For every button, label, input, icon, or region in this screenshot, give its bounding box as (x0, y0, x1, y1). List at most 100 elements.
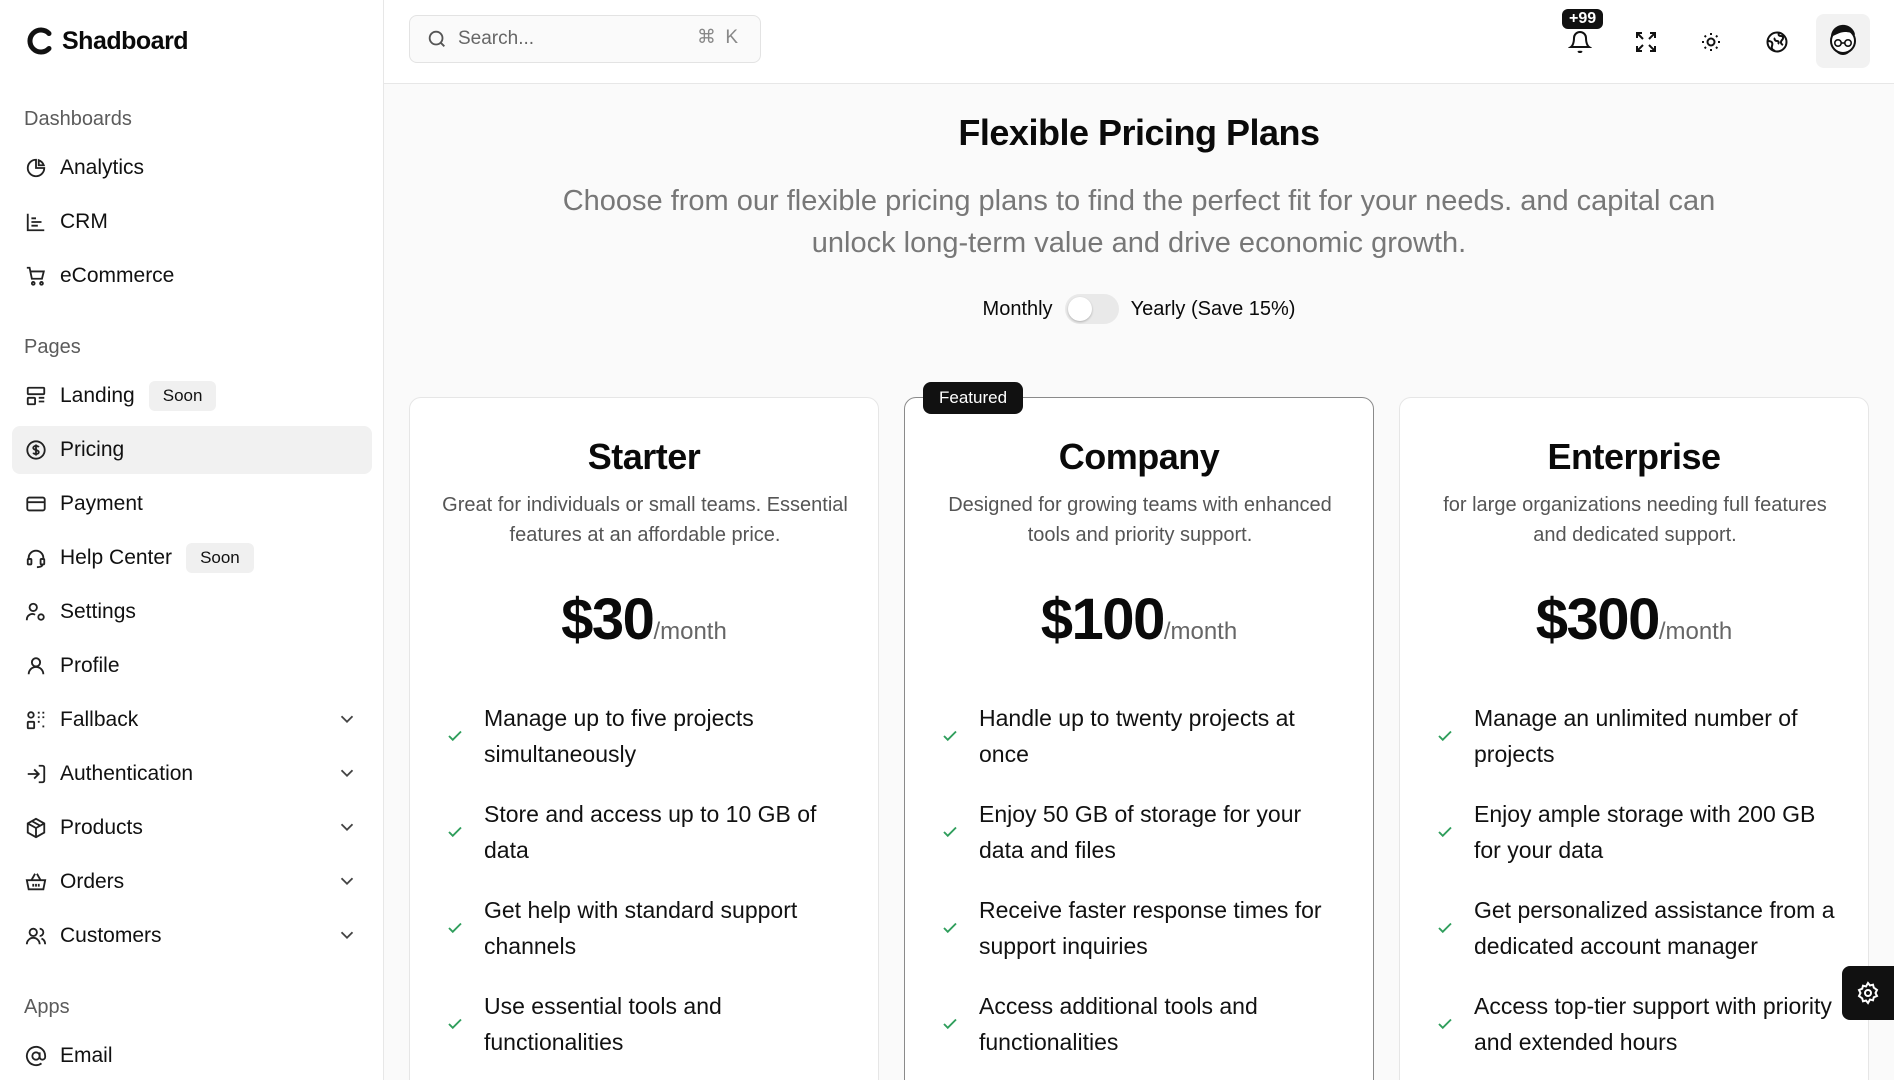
sidebar-item-label: Email (60, 1044, 113, 1067)
check-icon (941, 1015, 963, 1033)
sidebar-item-label: eCommerce (60, 264, 175, 287)
fullscreen-button[interactable] (1624, 20, 1668, 64)
sidebar-item-label: Customers (60, 924, 162, 947)
sidebar-item-products[interactable]: Products (12, 804, 372, 852)
maximize-icon (1634, 30, 1658, 54)
user-icon (24, 654, 48, 678)
search-icon (426, 28, 448, 50)
plan-card-starter: Starter Great for individuals or small t… (409, 397, 879, 1080)
feature-text: Handle up to twenty projects at once (979, 705, 1295, 767)
check-icon (1436, 727, 1458, 745)
sidebar-item-payment[interactable]: Payment (12, 480, 372, 528)
feature-text: Manage an unlimited number of projects (1474, 705, 1798, 767)
feature-list: Handle up to twenty projects at once Enj… (941, 688, 1351, 1072)
plan-period: /month (653, 618, 727, 645)
chevron-down-icon[interactable] (336, 708, 358, 730)
check-icon (941, 919, 963, 937)
sidebar-item-label: Help Center (60, 546, 173, 569)
feature-text: Store and access up to 10 GB of data (484, 801, 817, 863)
feature-item: Receive faster response times for suppor… (941, 880, 1351, 976)
users-icon (24, 924, 48, 948)
sidebar-item-email[interactable]: Email (12, 1032, 372, 1080)
sidebar-item-crm[interactable]: CRM (12, 198, 372, 246)
credit-card-icon (24, 492, 48, 516)
sidebar-item-label: Products (60, 816, 143, 839)
plan-price-row: $30/month (410, 586, 878, 653)
shopping-cart-icon (24, 264, 48, 288)
dollar-circle-icon (24, 438, 48, 462)
log-in-icon (24, 762, 48, 786)
check-icon (1436, 823, 1458, 841)
plan-price: $30 (561, 587, 655, 652)
page-title: Flexible Pricing Plans (958, 112, 1320, 153)
soon-badge: Soon (186, 543, 254, 573)
gear-icon (1856, 981, 1880, 1005)
language-button[interactable] (1755, 20, 1799, 64)
user-avatar[interactable] (1816, 14, 1870, 68)
sidebar-item-fallback[interactable]: Fallback (12, 696, 372, 744)
user-cog-icon (24, 600, 48, 624)
feature-item: Use essential tools and functionalities (446, 976, 856, 1072)
plan-name: Company (1058, 436, 1220, 477)
feature-text: Get personalized assistance from a dedic… (1474, 897, 1835, 959)
section-label-dashboards: Dashboards (24, 108, 132, 130)
check-icon (446, 823, 468, 841)
section-label-apps: Apps (24, 996, 70, 1018)
customizer-button[interactable] (1842, 966, 1894, 1020)
sidebar-item-label: CRM (60, 210, 108, 233)
at-sign-icon (24, 1044, 48, 1068)
feature-item: Get personalized assistance from a dedic… (1436, 880, 1846, 976)
app-name: Shadboard (62, 26, 189, 55)
feature-text: Manage up to five projects simultaneousl… (484, 705, 754, 767)
plan-price: $300 (1535, 587, 1661, 652)
chevron-down-icon[interactable] (336, 870, 358, 892)
sidebar-item-label: Settings (60, 600, 136, 623)
avatar-icon (1830, 24, 1856, 55)
sidebar-item-label: Landing (60, 384, 135, 407)
search-box[interactable]: ⌘ K (409, 15, 761, 63)
plan-card-enterprise: Enterprise for large organizations needi… (1399, 397, 1869, 1080)
check-icon (941, 823, 963, 841)
sun-icon (1699, 30, 1723, 54)
plan-description: Designed for growing teams with enhanced… (948, 494, 1332, 546)
layout-icon (24, 384, 48, 408)
plan-price-row: $100/month (905, 586, 1373, 653)
plan-price: $100 (1040, 587, 1166, 652)
sidebar-item-authentication[interactable]: Authentication (12, 750, 372, 798)
sidebar-item-help-center[interactable]: Help Center Soon (12, 534, 372, 582)
feature-text: Receive faster response times for suppor… (979, 897, 1322, 959)
sidebar-item-customers[interactable]: Customers (12, 912, 372, 960)
sidebar-item-pricing[interactable]: Pricing (12, 426, 372, 474)
feature-text: Access top-tier support with priority an… (1474, 993, 1832, 1055)
feature-text: Enjoy ample storage with 200 GB for your… (1474, 801, 1816, 863)
logo[interactable]: Shadboard (26, 26, 189, 56)
chevron-down-icon[interactable] (336, 924, 358, 946)
sidebar-item-orders[interactable]: Orders (12, 858, 372, 906)
sidebar-item-landing[interactable]: Landing Soon (12, 372, 372, 420)
feature-text: Access additional tools and functionalit… (979, 993, 1258, 1055)
sidebar-item-label: Orders (60, 870, 125, 893)
billing-period-switch: Monthly Yearly (Save 15%) (384, 294, 1894, 324)
sidebar-item-ecommerce[interactable]: eCommerce (12, 252, 372, 300)
search-input[interactable] (458, 28, 698, 50)
fallback-icon (24, 708, 48, 732)
section-label-pages: Pages (24, 336, 81, 358)
sidebar-item-analytics[interactable]: Analytics (12, 144, 372, 192)
featured-badge: Featured (923, 382, 1024, 414)
theme-toggle-button[interactable] (1689, 20, 1733, 64)
plan-name: Starter (587, 436, 701, 477)
feature-item: Manage up to five projects simultaneousl… (446, 688, 856, 784)
feature-item: Enjoy ample storage with 200 GB for your… (1436, 784, 1846, 880)
sidebar-item-settings[interactable]: Settings (12, 588, 372, 636)
sidebar-item-profile[interactable]: Profile (12, 642, 372, 690)
plan-price-row: $300/month (1400, 586, 1868, 653)
logo-icon (26, 26, 56, 56)
check-icon (1436, 1015, 1458, 1033)
check-icon (941, 727, 963, 745)
billing-toggle[interactable] (1064, 294, 1119, 324)
feature-list: Manage up to five projects simultaneousl… (446, 688, 856, 1072)
sidebar-item-label: Fallback (60, 708, 139, 731)
globe-icon (1765, 30, 1789, 54)
chevron-down-icon[interactable] (336, 762, 358, 784)
chevron-down-icon[interactable] (336, 816, 358, 838)
